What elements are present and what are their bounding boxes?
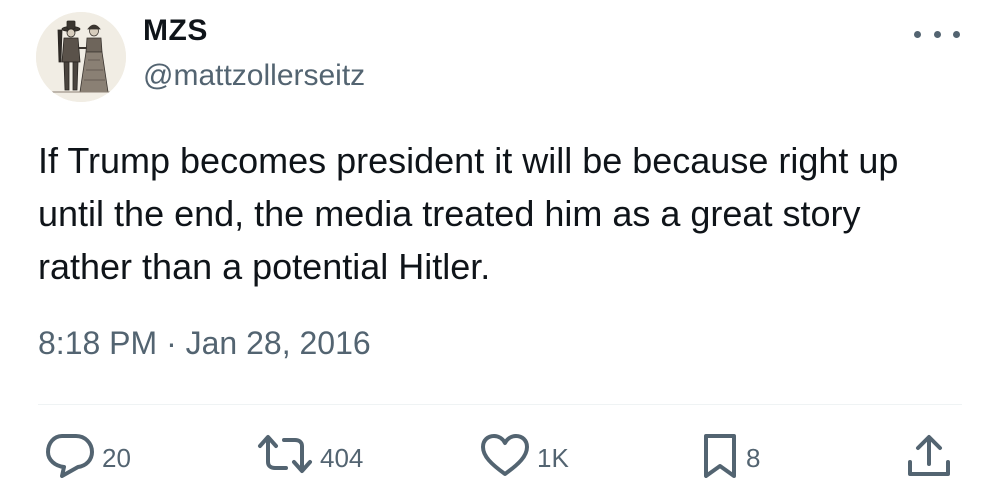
tweet-text-line: rather than a potential Hitler. xyxy=(38,246,491,287)
divider xyxy=(38,404,962,405)
like-button[interactable]: 1K xyxy=(479,432,569,476)
bookmark-icon xyxy=(704,434,736,478)
share-icon xyxy=(908,435,950,476)
tweet-text-line: until the end, the media treated him as … xyxy=(38,193,861,234)
more-options-button[interactable] xyxy=(914,22,960,46)
more-icon xyxy=(914,30,960,38)
avatar[interactable] xyxy=(36,12,126,102)
bookmark-count: 8 xyxy=(746,443,761,473)
bookmark-button[interactable]: 8 xyxy=(700,432,760,478)
like-icon xyxy=(481,434,529,476)
display-name[interactable]: MZS xyxy=(143,14,208,48)
reply-count: 20 xyxy=(102,443,131,473)
share-button[interactable] xyxy=(904,432,954,476)
avatar-image xyxy=(36,12,126,102)
like-count: 1K xyxy=(537,443,569,473)
tweet-text: If Trump becomes president it will be be… xyxy=(38,134,978,293)
reply-icon xyxy=(46,434,94,478)
repost-count: 404 xyxy=(320,443,364,473)
reply-button[interactable]: 20 xyxy=(44,432,131,478)
tweet-timestamp[interactable]: 8:18 PM · Jan 28, 2016 xyxy=(38,325,371,362)
repost-button[interactable]: 404 xyxy=(256,432,363,473)
tweet-text-line: If Trump becomes president it will be be… xyxy=(38,140,899,181)
repost-icon xyxy=(258,435,312,473)
user-handle[interactable]: @mattzollerseitz xyxy=(143,59,365,93)
